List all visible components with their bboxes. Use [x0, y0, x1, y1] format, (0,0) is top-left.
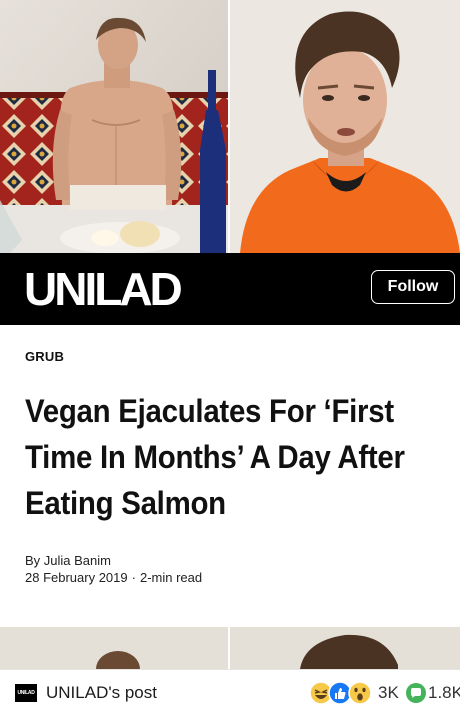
- wow-reaction-icon: [348, 681, 372, 705]
- unilad-logo[interactable]: UNILAD: [24, 261, 183, 317]
- article-category[interactable]: GRUB: [25, 349, 64, 364]
- comment-count[interactable]: 1.8K: [428, 683, 460, 703]
- comment-icon[interactable]: [405, 682, 427, 704]
- follow-button[interactable]: Follow: [371, 270, 455, 304]
- next-post-image-peek[interactable]: [0, 627, 460, 669]
- reaction-count[interactable]: 3K: [378, 683, 399, 703]
- hero-photo-right: [230, 0, 460, 253]
- post-footer: UNILAD UNILAD's post 3K 1.8K: [0, 669, 460, 714]
- unilad-mini-logo[interactable]: UNILAD: [15, 684, 37, 702]
- hero-image[interactable]: [0, 0, 460, 253]
- article-date: 28 February 2019: [25, 570, 128, 585]
- hero-photo-left: [0, 0, 228, 253]
- article-headline[interactable]: Vegan Ejaculates For ‘First Time In Mont…: [25, 388, 416, 526]
- meta-separator: ·: [131, 570, 136, 585]
- article-byline: By Julia Banim: [25, 553, 111, 568]
- like-reaction-icon: [328, 681, 352, 705]
- article-meta: 28 February 2019 · 2-min read: [25, 569, 202, 586]
- article-read-time: 2-min read: [139, 570, 203, 585]
- reactions-summary[interactable]: [309, 681, 375, 705]
- post-source-label[interactable]: UNILAD's post: [46, 683, 157, 703]
